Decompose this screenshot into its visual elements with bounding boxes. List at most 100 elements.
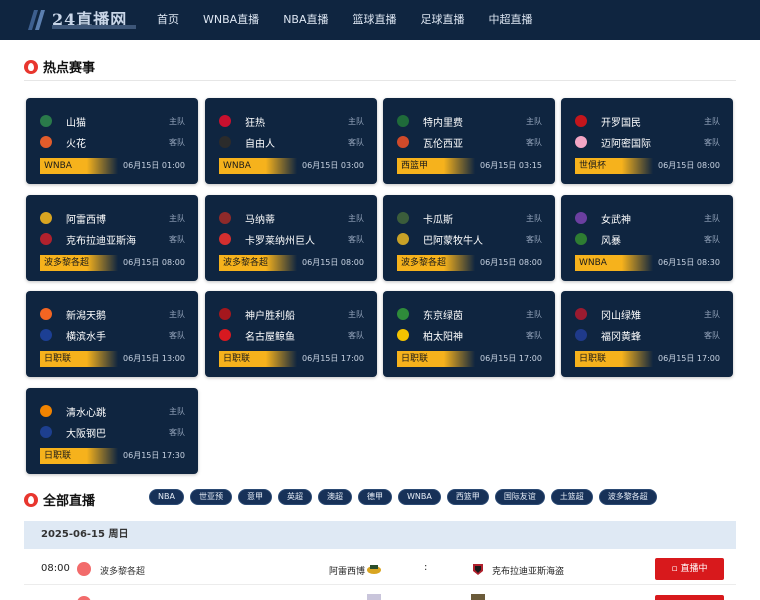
hot-match-card[interactable]: 女武神 主队 风暴 客队 WNBA 06月15日 08:30 — [561, 195, 733, 281]
league-badge: 日职联 — [40, 448, 118, 464]
main-nav: 首页 WNBA直播 NBA直播 篮球直播 足球直播 中超直播 — [146, 0, 546, 40]
home-team-row: 特内里费 主队 — [397, 112, 542, 130]
league-badge: 西篮甲 — [397, 158, 475, 174]
date-label: 2025-06-15 周日 — [41, 529, 129, 540]
play-icon: ▫ — [671, 564, 678, 574]
hot-match-card[interactable]: 山猫 主队 火花 客队 WNBA 06月15日 01:00 — [26, 98, 198, 184]
hot-match-card[interactable]: 开罗国民 主队迈阿密国际 客队 世俱杯 06月15日 08:00 — [561, 98, 733, 184]
away-team-name: 巴阿蒙牧牛人 — [423, 235, 483, 247]
live-button[interactable] — [655, 595, 724, 600]
nav-football[interactable]: 足球直播 — [410, 0, 476, 40]
home-team-row: 冈山绿雉 主队 — [575, 305, 720, 323]
match-time: 06月15日 17:00 — [480, 354, 542, 363]
nav-nba[interactable]: NBA直播 — [272, 0, 339, 40]
filter-chip[interactable]: WNBA — [397, 489, 441, 505]
home-team-row: 清水心跳 主队 — [40, 402, 185, 420]
away-team-name: 克布拉迪亚斯海 — [66, 235, 136, 247]
home-team-name: 阿雷西博 — [66, 214, 106, 226]
home-role-label: 主队 — [169, 309, 185, 319]
away-role-label: 客队 — [704, 234, 720, 244]
hot-match-card[interactable]: 狂热 主队 自由人 客队 WNBA 06月15日 03:00 — [205, 98, 377, 184]
home-team-name: 女武神 — [601, 214, 631, 226]
filter-chip[interactable]: 意甲 — [237, 489, 272, 505]
away-team-logo-icon — [471, 594, 485, 600]
filter-chip[interactable]: 德甲 — [357, 489, 392, 505]
card-footer: WNBA 06月15日 08:30 — [575, 255, 720, 271]
hot-match-card[interactable]: 卡瓜斯 主队 巴阿蒙牧牛人 客队 波多黎各超 06月15日 08:00 — [383, 195, 555, 281]
home-team-row: 狂热 主队 — [219, 112, 364, 130]
home-role-label: 主队 — [704, 116, 720, 126]
hot-match-card[interactable]: 清水心跳 主队 大阪钢巴 客队 日职联 06月15日 17:30 — [26, 388, 198, 474]
hot-match-card[interactable]: 冈山绿雉 主队 福冈黄蜂 客队 日职联 06月15日 17:00 — [561, 291, 733, 377]
home-team-row: 神户胜利船 主队 — [219, 305, 364, 323]
filter-chip[interactable]: 英超 — [277, 489, 312, 505]
away-team-row: 柏太阳神 客队 — [397, 326, 542, 344]
match-time: 06月15日 17:00 — [302, 354, 364, 363]
nav-home[interactable]: 首页 — [146, 0, 190, 40]
home-team-name: 马纳蒂 — [245, 214, 275, 226]
filter-chip[interactable]: 澳超 — [317, 489, 352, 505]
site-logo[interactable]: 24直播网 — [26, 6, 136, 34]
home-team-name: 开罗国民 — [601, 117, 641, 129]
hot-match-card[interactable]: 阿雷西博 主队 克布拉迪亚斯海 客队 波多黎各超 06月15日 08:00 — [26, 195, 198, 281]
hot-match-card[interactable]: 马纳蒂 主队 卡罗莱纳州巨人 客队 波多黎各超 06月15日 08:00 — [205, 195, 377, 281]
home-team-name: 东京绿茵 — [423, 310, 463, 322]
card-footer: 日职联 06月15日 17:00 — [575, 351, 720, 367]
league-badge: 日职联 — [219, 351, 297, 367]
home-team-logo-icon — [219, 115, 231, 127]
section-divider — [24, 80, 736, 81]
league-logo-icon — [77, 596, 91, 600]
hot-section-title: 热点赛事 — [24, 57, 95, 76]
home-team-row: 东京绿茵 主队 — [397, 305, 542, 323]
home-role-label: 主队 — [704, 213, 720, 223]
home-role-label: 主队 — [348, 309, 364, 319]
away-role-label: 客队 — [704, 137, 720, 147]
nav-csl[interactable]: 中超直播 — [478, 0, 544, 40]
away-team-row: 迈阿密国际 客队 — [575, 133, 720, 151]
filter-chip[interactable]: 西篮甲 — [446, 489, 489, 505]
hot-match-card[interactable]: 神户胜利船 主队名古屋鲸鱼 客队 日职联 06月15日 17:00 — [205, 291, 377, 377]
away-role-label: 客队 — [348, 137, 364, 147]
away-team-name: 自由人 — [245, 138, 275, 150]
home-team-logo-icon — [40, 405, 52, 417]
home-team-logo-icon — [367, 565, 381, 574]
card-footer: 世俱杯 06月15日 08:00 — [575, 158, 720, 174]
nav-basketball[interactable]: 篮球直播 — [342, 0, 408, 40]
away-team-row: 自由人 客队 — [219, 133, 364, 151]
league-badge: 波多黎各超 — [40, 255, 118, 271]
home-team-logo-icon — [575, 212, 587, 224]
hot-match-card[interactable]: 东京绿茵 主队 柏太阳神 客队 日职联 06月15日 17:00 — [383, 291, 555, 377]
card-footer: 日职联 06月15日 17:30 — [40, 448, 185, 464]
filter-chip[interactable]: 波多黎各超 — [598, 489, 657, 505]
home-role-label: 主队 — [169, 406, 185, 416]
away-team-row: 福冈黄蜂 客队 — [575, 326, 720, 344]
all-title: 全部直播 — [43, 494, 96, 509]
away-team-name: 瓦伦西亚 — [423, 138, 463, 150]
away-team-logo-icon — [40, 426, 52, 438]
match-time: 08:00 — [41, 563, 70, 574]
away-team-logo-icon — [397, 329, 409, 341]
filter-chip[interactable]: 世亚预 — [189, 489, 232, 505]
live-button[interactable]: ▫ 直播中 — [655, 558, 724, 580]
filter-chip[interactable]: NBA — [149, 489, 184, 505]
away-team-row: 名古屋鲸鱼 客队 — [219, 326, 364, 344]
hot-match-card[interactable]: 新潟天鹅 主队 横滨水手 客队 日职联 06月15日 13:00 — [26, 291, 198, 377]
home-team-logo-icon — [397, 115, 409, 127]
home-role-label: 主队 — [526, 116, 542, 126]
logo-mark-icon — [28, 10, 45, 30]
match-row[interactable]: 08:00 波多黎各超 阿雷西博 : 克布拉迪亚斯海盗 ▫ 直播中 — [24, 555, 736, 585]
away-team-logo-icon — [575, 136, 587, 148]
date-bar: 2025-06-15 周日 — [24, 521, 736, 549]
hot-match-card[interactable]: 特内里费 主队 瓦伦西亚 客队 西篮甲 06月15日 03:15 — [383, 98, 555, 184]
away-team-logo-icon — [397, 136, 409, 148]
home-role-label: 主队 — [348, 213, 364, 223]
filter-chip[interactable]: 国际友谊 — [494, 489, 545, 505]
home-team-name: 冈山绿雉 — [601, 310, 641, 322]
match-league: 波多黎各超 — [100, 567, 146, 577]
home-team-name: 特内里费 — [423, 117, 463, 129]
match-row-partial[interactable] — [24, 592, 736, 600]
nav-wnba[interactable]: WNBA直播 — [192, 0, 270, 40]
league-badge: 日职联 — [397, 351, 475, 367]
filter-chip[interactable]: 土篮超 — [550, 489, 593, 505]
home-team-name: 神户胜利船 — [245, 310, 295, 322]
